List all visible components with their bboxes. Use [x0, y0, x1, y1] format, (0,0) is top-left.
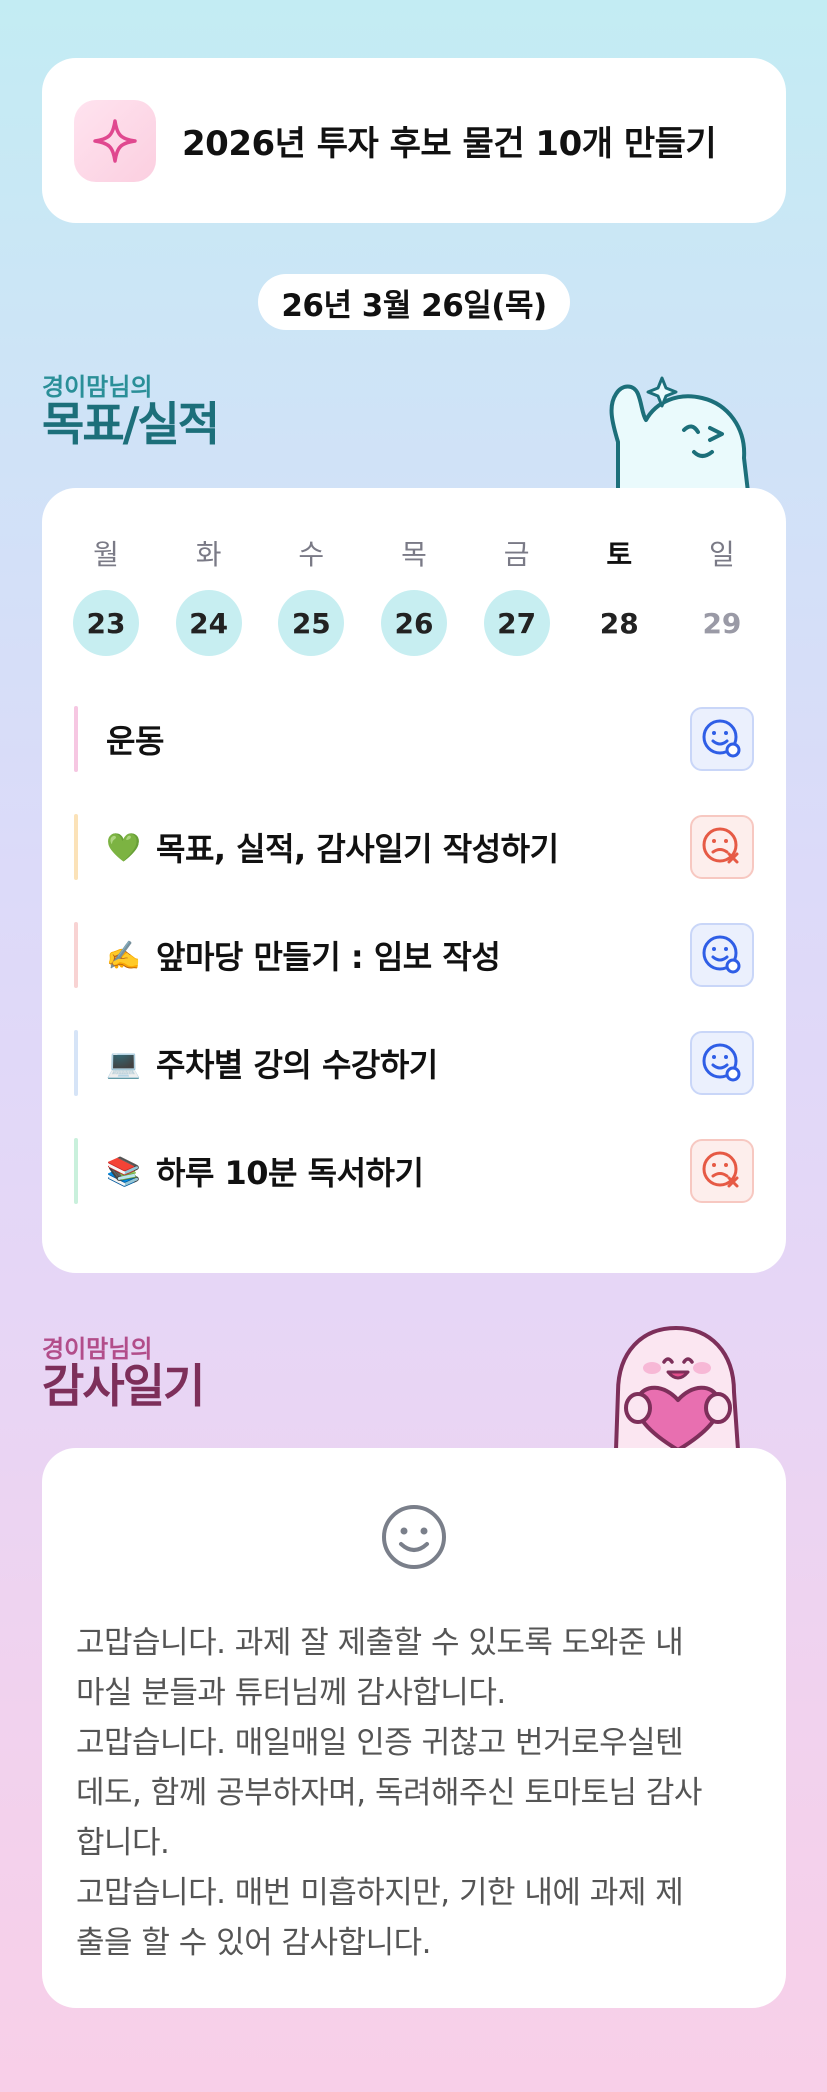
task-label: 운동	[106, 722, 164, 760]
day-5[interactable]: 토 28	[585, 536, 653, 656]
day-name: 금	[503, 538, 530, 571]
gratitude-card: 고맙습니다. 과제 잘 제출할 수 있도록 도와준 내 마실 분들과 튜터님께 …	[42, 1448, 786, 2008]
gratitude-line: 데도, 함께 공부하자며, 독려해주신 토마토님 감사	[76, 1775, 702, 1811]
gratitude-heading: 감사일기	[42, 1359, 205, 1414]
sparkle-icon	[74, 99, 156, 182]
goal-card[interactable]: 2026년 투자 후보 물건 10개 만들기	[42, 58, 786, 223]
ghost-mascot-illustration	[598, 362, 758, 496]
task-color-bar	[74, 1138, 78, 1204]
task-color-bar	[74, 1030, 78, 1096]
task-row[interactable]: 💚 목표, 실적, 감사일기 작성하기	[74, 814, 754, 880]
task-color-bar	[74, 706, 78, 772]
goals-card: 월 23 화 24 수 25 목 26 금 27 토 28 일 29 운동 💚 …	[42, 488, 786, 1273]
day-number: 27	[483, 590, 550, 656]
day-2[interactable]: 수 25	[277, 536, 345, 656]
status-missed-icon[interactable]	[690, 1139, 754, 1203]
day-number: 25	[278, 590, 345, 656]
day-name: 월	[93, 538, 119, 571]
smiley-face-icon	[381, 1504, 447, 1574]
week-strip: 월 23 화 24 수 25 목 26 금 27 토 28 일 29	[72, 536, 756, 656]
task-label: 목표, 실적, 감사일기 작성하기	[156, 830, 559, 868]
gratitude-section-title: 경이맘님의 감사일기	[42, 1336, 205, 1414]
task-label: 주차별 강의 수강하기	[156, 1046, 438, 1084]
day-3[interactable]: 목 26	[380, 536, 448, 656]
goals-section-title: 경이맘님의 목표/실적	[42, 374, 220, 452]
green-heart-icon: 💚	[106, 830, 141, 864]
day-4[interactable]: 금 27	[483, 536, 551, 656]
gratitude-line: 마실 분들과 튜터님께 감사합니다.	[76, 1675, 506, 1711]
day-number: 24	[175, 590, 242, 656]
day-name: 목	[401, 538, 427, 571]
gratitude-line: 고맙습니다. 과제 잘 제출할 수 있도록 도와준 내	[76, 1625, 684, 1661]
day-number: 28	[599, 606, 639, 640]
day-name: 수	[298, 538, 325, 571]
day-number: 26	[380, 590, 447, 656]
status-missed-icon[interactable]	[690, 815, 754, 879]
gratitude-entry: 고맙습니다. 과제 잘 제출할 수 있도록 도와준 내 마실 분들과 튜터님께 …	[76, 1618, 766, 1968]
status-done-icon[interactable]	[690, 923, 754, 987]
day-number: 29	[702, 606, 742, 640]
heart-mascot-illustration	[598, 1322, 758, 1454]
writing-hand-icon: ✍️	[106, 938, 141, 972]
task-color-bar	[74, 922, 78, 988]
gratitude-line: 합니다.	[76, 1825, 170, 1861]
day-number: 23	[73, 590, 139, 656]
task-row[interactable]: 운동	[74, 706, 754, 772]
day-6[interactable]: 일 29	[688, 536, 756, 656]
current-date[interactable]: 26년 3월 26일(목)	[258, 274, 570, 330]
task-color-bar	[74, 814, 78, 880]
task-label: 하루 10분 독서하기	[156, 1154, 424, 1192]
day-1[interactable]: 화 24	[175, 536, 243, 656]
day-name: 토	[606, 538, 633, 571]
laptop-icon: 💻	[106, 1046, 141, 1080]
day-0[interactable]: 월 23	[72, 536, 140, 656]
day-name: 일	[709, 538, 735, 571]
task-row[interactable]: 📚 하루 10분 독서하기	[74, 1138, 754, 1204]
task-row[interactable]: ✍️ 앞마당 만들기 : 임보 작성	[74, 922, 754, 988]
status-done-icon[interactable]	[690, 707, 754, 771]
day-name: 화	[195, 538, 222, 571]
goals-heading: 목표/실적	[42, 397, 220, 452]
gratitude-line: 고맙습니다. 매번 미흡하지만, 기한 내에 과제 제	[76, 1875, 684, 1911]
status-done-icon[interactable]	[690, 1031, 754, 1095]
task-row[interactable]: 💻 주차별 강의 수강하기	[74, 1030, 754, 1096]
gratitude-line: 출을 할 수 있어 감사합니다.	[76, 1925, 432, 1961]
task-label: 앞마당 만들기 : 임보 작성	[156, 938, 501, 976]
books-icon: 📚	[106, 1154, 141, 1188]
gratitude-line: 고맙습니다. 매일매일 인증 귀찮고 번거로우실텐	[76, 1725, 684, 1761]
goal-title: 2026년 투자 후보 물건 10개 만들기	[182, 124, 717, 164]
